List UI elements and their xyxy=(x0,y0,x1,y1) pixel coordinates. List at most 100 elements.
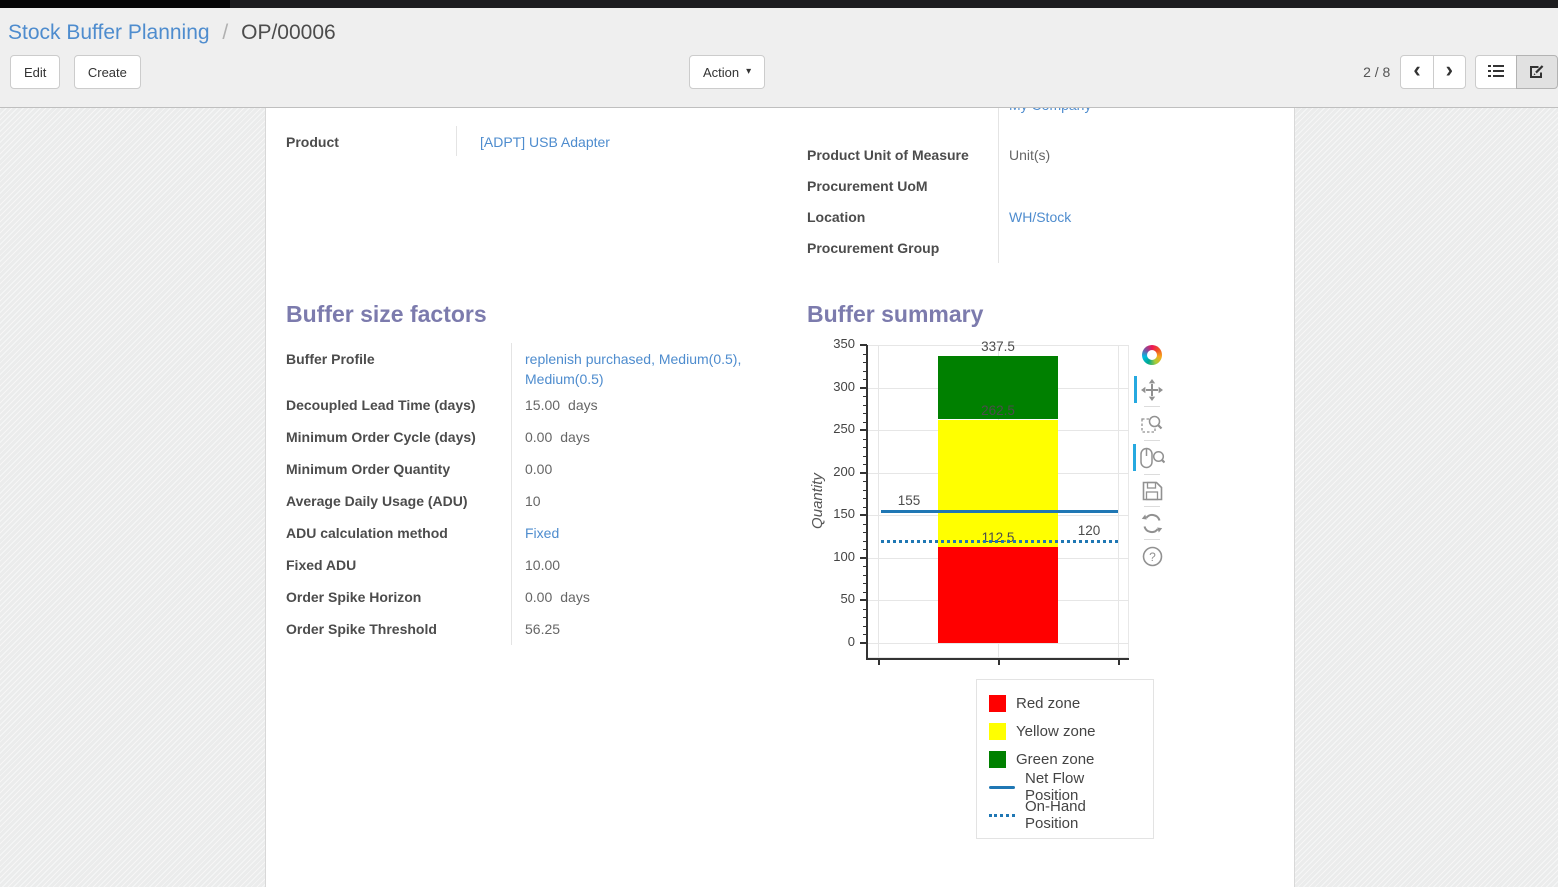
action-dropdown[interactable]: Action ▾ xyxy=(689,55,765,89)
list-icon xyxy=(1488,64,1504,81)
field-label: ADU calculation method xyxy=(286,517,511,549)
field-row: Fixed ADU 10.00 xyxy=(286,549,786,581)
box-zoom-tool-button[interactable] xyxy=(1141,407,1163,440)
field-value-cell: replenish purchased, Medium(0.5), Medium… xyxy=(511,343,786,389)
field-value-cell xyxy=(998,232,1287,263)
top-field-section: Product [ADPT] USB Adapter My Company Pr… xyxy=(266,108,1294,263)
legend-swatch xyxy=(989,786,1015,789)
reset-icon xyxy=(1141,521,1163,538)
field-label: Fixed ADU xyxy=(286,549,511,581)
y-axis-title: Quantity xyxy=(809,351,829,651)
x-axis-tick xyxy=(1118,660,1120,665)
legend-swatch xyxy=(989,814,1015,817)
breadcrumb-separator: / xyxy=(222,21,228,44)
field-label: Product Unit of Measure xyxy=(807,139,998,170)
chart-legend: Red zone Yellow zone Green zone Net Flow… xyxy=(976,679,1154,839)
field-row: Location WH/Stock xyxy=(807,201,1287,232)
list-view-button[interactable] xyxy=(1475,55,1517,89)
field-link[interactable]: Fixed xyxy=(525,525,559,541)
field-label: Procurement Group xyxy=(807,232,998,263)
help-icon: ? xyxy=(1142,554,1163,571)
breadcrumb: Stock Buffer Planning / OP/00006 xyxy=(0,8,1558,55)
zone-bar-yellow-zone xyxy=(938,420,1058,548)
on-hand-position-line xyxy=(881,540,1118,543)
bokeh-logo-icon[interactable] xyxy=(1142,345,1162,365)
pager-count[interactable]: 2 / 8 xyxy=(1363,64,1390,80)
field-value-cell: 56.25 xyxy=(511,613,786,645)
zone-value-label: 112.5 xyxy=(968,530,1028,545)
grid-line-horizontal xyxy=(867,643,1129,644)
field-row: Product Unit of Measure Unit(s) xyxy=(807,139,1287,170)
legend-item: Yellow zone xyxy=(989,717,1141,745)
create-button[interactable]: Create xyxy=(74,55,141,89)
field-row: Procurement UoM xyxy=(807,170,1287,201)
view-switcher xyxy=(1475,55,1558,89)
form-view-button[interactable] xyxy=(1516,55,1558,89)
field-row: Decoupled Lead Time (days) 15.00days xyxy=(286,389,786,421)
field-value-cell: WH/Stock xyxy=(998,201,1287,232)
pan-tool-button[interactable] xyxy=(1141,373,1163,406)
buffer-size-factors-title: Buffer size factors xyxy=(286,301,807,327)
legend-label: Green zone xyxy=(1016,751,1094,768)
field-value-cell: 10.00 xyxy=(511,549,786,581)
field-row: Product [ADPT] USB Adapter xyxy=(286,126,786,156)
chevron-left-icon: ‹ xyxy=(1413,70,1420,74)
pager-prev-button[interactable]: ‹ xyxy=(1400,55,1433,89)
reset-tool-button[interactable] xyxy=(1141,507,1163,539)
legend-item: Green zone xyxy=(989,745,1141,773)
pan-icon xyxy=(1141,388,1163,405)
field-row: Average Daily Usage (ADU) 10 xyxy=(286,485,786,517)
pager-buttons: ‹ › xyxy=(1400,55,1466,89)
wheel-zoom-icon xyxy=(1140,456,1165,473)
field-label: Decoupled Lead Time (days) xyxy=(286,389,511,421)
legend-label: On-Hand Position xyxy=(1025,798,1141,832)
field-link[interactable]: [ADPT] USB Adapter xyxy=(480,134,610,150)
field-value: 56.25 xyxy=(525,621,560,637)
edit-form-icon xyxy=(1529,63,1545,81)
legend-label: Yellow zone xyxy=(1016,723,1096,740)
field-link[interactable]: WH/Stock xyxy=(1009,209,1071,225)
field-label: Order Spike Horizon xyxy=(286,581,511,613)
legend-item: Red zone xyxy=(989,689,1141,717)
field-value: 0.00 xyxy=(525,429,552,445)
field-value-cell: 0.00days xyxy=(511,581,786,613)
field-suffix: days xyxy=(560,589,590,605)
field-value-cell: 0.00days xyxy=(511,421,786,453)
field-row: Buffer Profile replenish purchased, Medi… xyxy=(286,343,786,389)
wheel-zoom-tool-button[interactable] xyxy=(1140,441,1165,474)
net-flow-position-line xyxy=(881,510,1118,513)
box-zoom-icon xyxy=(1141,422,1163,439)
buffer-summary-title: Buffer summary xyxy=(807,301,1294,327)
zone-bar-red-zone xyxy=(938,547,1058,643)
field-label: Procurement UoM xyxy=(807,170,998,201)
field-row: Procurement Group xyxy=(807,232,1287,263)
pager-next-button[interactable]: › xyxy=(1433,55,1466,89)
field-label: Minimum Order Cycle (days) xyxy=(286,421,511,453)
legend-swatch xyxy=(989,723,1006,740)
field-label: Minimum Order Quantity xyxy=(286,453,511,485)
y-axis-line xyxy=(866,345,868,660)
field-row: Order Spike Threshold 56.25 xyxy=(286,613,786,645)
form-sheet: Product [ADPT] USB Adapter My Company Pr… xyxy=(265,108,1295,887)
field-value-cell xyxy=(998,170,1287,201)
measure-field-group: My Company Product Unit of Measure Unit(… xyxy=(807,108,1287,263)
save-tool-button[interactable] xyxy=(1142,475,1163,506)
help-tool-button[interactable]: ? xyxy=(1142,540,1163,572)
field-label: Buffer Profile xyxy=(286,343,511,389)
action-label: Action xyxy=(703,65,739,80)
field-value-cell: Fixed xyxy=(511,517,786,549)
y-axis-tick-label: 350 xyxy=(809,336,855,351)
field-value-cell: [ADPT] USB Adapter xyxy=(456,126,786,156)
field-value-cell: Unit(s) xyxy=(998,139,1287,170)
field-value: 10.00 xyxy=(525,557,560,573)
line-value-label: 120 xyxy=(1069,523,1109,538)
chart-toolbar: ? xyxy=(1135,345,1169,572)
field-link[interactable]: replenish purchased, Medium(0.5), Medium… xyxy=(525,351,741,387)
breadcrumb-link-stock-buffer-planning[interactable]: Stock Buffer Planning xyxy=(8,21,210,44)
field-value-cell: 10 xyxy=(511,485,786,517)
pager-area: 2 / 8 ‹ › xyxy=(1363,55,1558,89)
company-link-partial[interactable]: My Company xyxy=(1009,108,1283,115)
edit-button[interactable]: Edit xyxy=(10,55,60,89)
grid-line-vertical xyxy=(1118,345,1119,658)
chevron-right-icon: › xyxy=(1446,70,1453,74)
